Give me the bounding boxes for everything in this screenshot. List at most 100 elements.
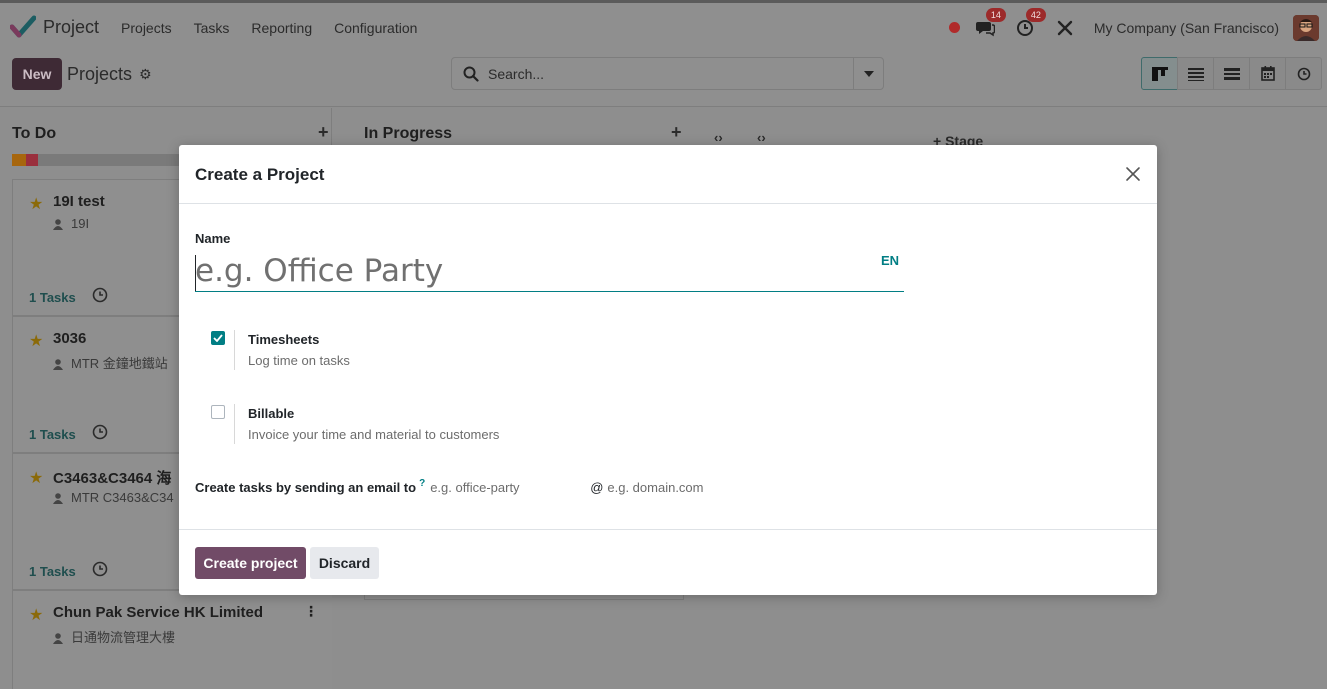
card-menu-icon[interactable]: ⋮ xyxy=(304,603,318,620)
project-app-icon xyxy=(10,15,36,37)
timesheets-option: Timesheets Log time on tasks xyxy=(211,330,811,372)
billable-checkbox[interactable] xyxy=(211,405,225,419)
email-alias-row: Create tasks by sending an email to ? e.… xyxy=(195,478,704,495)
email-alias-input[interactable]: e.g. office-party xyxy=(430,480,590,495)
activity-clock-icon[interactable] xyxy=(92,424,108,440)
company-switcher[interactable]: My Company (San Francisco) xyxy=(1094,20,1279,36)
list-detailed-icon xyxy=(1223,67,1240,80)
project-card[interactable]: ★ Chun Pak Service HK Limited 日通物流管理大樓 ⋮ xyxy=(12,590,332,689)
column-title: In Progress xyxy=(364,125,453,142)
add-card-icon[interactable]: + xyxy=(318,122,329,143)
person-icon xyxy=(53,633,63,645)
menu-configuration[interactable]: Configuration xyxy=(323,20,428,36)
activity-clock-icon xyxy=(1297,67,1310,80)
column-title: To Do xyxy=(12,125,57,142)
project-customer: 19I xyxy=(53,216,89,231)
project-name: Chun Pak Service HK Limited xyxy=(53,604,264,621)
checkmark-icon xyxy=(213,334,223,342)
text-cursor xyxy=(195,255,196,291)
list-view-button[interactable] xyxy=(1177,57,1214,90)
project-name: 19I test xyxy=(53,193,105,210)
project-name: C3463&C3464 海 xyxy=(53,470,172,487)
person-icon xyxy=(53,219,63,231)
project-name: 3036 xyxy=(53,330,87,347)
menu-tasks[interactable]: Tasks xyxy=(183,20,241,36)
control-panel: New Projects ⚙ Search... xyxy=(0,52,1327,107)
project-customer: MTR 金鐘地鐵站 xyxy=(53,353,168,372)
email-alias-label: Create tasks by sending an email to xyxy=(195,480,417,495)
search-icon xyxy=(463,66,479,82)
task-count-link[interactable]: 1 Tasks xyxy=(29,564,76,579)
progress-segment-overdue[interactable] xyxy=(26,154,38,166)
favorite-star-icon[interactable]: ★ xyxy=(29,605,43,625)
name-label: Name xyxy=(195,231,231,246)
customer-name: 19I xyxy=(71,216,90,231)
timesheets-description: Log time on tasks xyxy=(248,353,350,368)
person-icon xyxy=(53,493,63,505)
messages-button[interactable]: 14 xyxy=(974,7,1006,39)
customer-name: 日通物流管理大樓 xyxy=(71,630,176,645)
email-at-sign: @ xyxy=(590,480,604,495)
activity-view-button[interactable] xyxy=(1285,57,1322,90)
breadcrumb: Projects ⚙ xyxy=(67,64,152,85)
menu-projects[interactable]: Projects xyxy=(110,20,183,36)
option-divider xyxy=(234,404,235,444)
add-card-icon[interactable]: + xyxy=(671,122,682,143)
search-options-toggle[interactable] xyxy=(853,58,883,89)
billable-option: Billable Invoice your time and material … xyxy=(211,404,811,446)
billable-label[interactable]: Billable xyxy=(248,406,294,421)
customer-name: MTR 金鐘地鐵站 xyxy=(71,356,168,371)
app-brand[interactable]: Project xyxy=(10,15,99,41)
favorite-star-icon[interactable]: ★ xyxy=(29,194,43,214)
timesheets-label[interactable]: Timesheets xyxy=(248,332,319,347)
settings-tools-button[interactable] xyxy=(1054,17,1076,39)
discard-button[interactable]: Discard xyxy=(310,547,379,579)
calendar-view-button[interactable] xyxy=(1249,57,1286,90)
user-avatar-icon xyxy=(1293,14,1319,41)
list-icon xyxy=(1187,67,1204,81)
column-progressbar[interactable] xyxy=(12,154,202,166)
detailed-list-view-button[interactable] xyxy=(1213,57,1250,90)
favorite-star-icon[interactable]: ★ xyxy=(29,468,43,488)
help-tooltip-icon[interactable]: ? xyxy=(419,478,425,489)
task-count-link[interactable]: 1 Tasks xyxy=(29,290,76,305)
activities-count-badge: 42 xyxy=(1025,7,1046,22)
tools-icon xyxy=(1057,20,1073,35)
activity-clock-icon[interactable] xyxy=(92,287,108,303)
caret-down-icon xyxy=(863,70,874,77)
project-name-input[interactable] xyxy=(195,251,904,292)
kanban-icon xyxy=(1151,66,1168,81)
fold-column-icon[interactable]: ‹› xyxy=(757,130,766,145)
timesheets-checkbox[interactable] xyxy=(211,331,225,345)
top-navbar: Project Projects Tasks Reporting Configu… xyxy=(0,0,1327,52)
project-customer: MTR C3463&C34 xyxy=(53,490,174,505)
gear-icon[interactable]: ⚙ xyxy=(139,66,152,83)
progress-segment-planned[interactable] xyxy=(12,154,26,166)
activities-button[interactable]: 42 xyxy=(1014,7,1046,39)
create-project-dialog: Create a Project Name EN Timesheets Log … xyxy=(179,145,1157,595)
dialog-header: Create a Project xyxy=(179,145,1157,204)
breadcrumb-current: Projects xyxy=(67,64,133,84)
kanban-view-button[interactable] xyxy=(1141,57,1178,90)
email-domain-input[interactable]: e.g. domain.com xyxy=(607,480,703,495)
option-divider xyxy=(234,330,235,370)
customer-name: MTR C3463&C34 xyxy=(71,490,174,505)
systray: 14 42 My Company (San Francisco) xyxy=(948,3,1327,52)
fold-column-icon[interactable]: ‹› xyxy=(714,130,723,145)
favorite-star-icon[interactable]: ★ xyxy=(29,331,43,351)
search-input[interactable]: Search... xyxy=(488,66,544,82)
language-button[interactable]: EN xyxy=(881,253,899,268)
new-button[interactable]: New xyxy=(12,58,62,90)
project-customer: 日通物流管理大樓 xyxy=(53,627,175,646)
activity-clock-icon[interactable] xyxy=(92,561,108,577)
task-count-link[interactable]: 1 Tasks xyxy=(29,427,76,442)
person-icon xyxy=(53,359,63,371)
recording-indicator-icon[interactable] xyxy=(948,22,960,33)
menu-reporting[interactable]: Reporting xyxy=(240,20,323,36)
create-project-button[interactable]: Create project xyxy=(195,547,306,579)
search-bar[interactable]: Search... xyxy=(451,57,884,90)
close-icon[interactable] xyxy=(1123,164,1143,184)
view-switcher xyxy=(1141,57,1322,90)
user-avatar[interactable] xyxy=(1293,14,1319,41)
main-menu: Projects Tasks Reporting Configuration xyxy=(110,20,428,36)
